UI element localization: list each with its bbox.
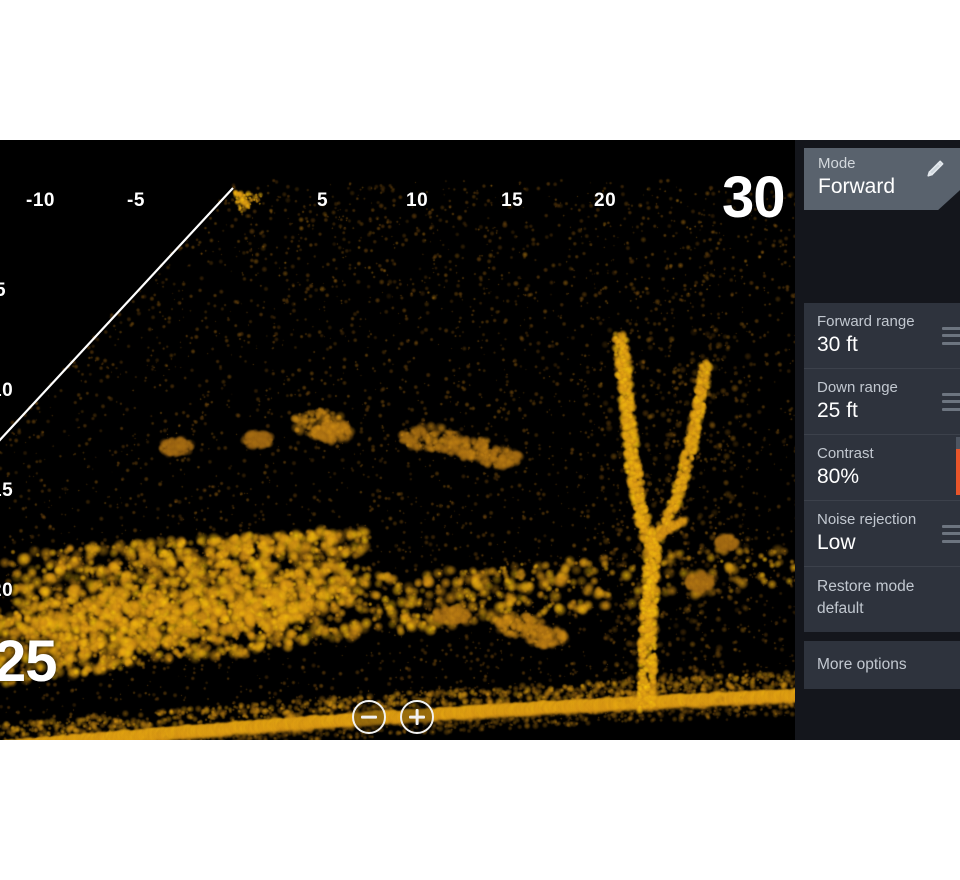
contrast-slider[interactable] <box>956 437 960 495</box>
setting-label: Noise rejection <box>817 511 917 528</box>
restore-mode-default-button[interactable]: Restore mode default <box>804 566 960 632</box>
setting-label: Down range <box>817 379 898 396</box>
restore-line-2: default <box>817 600 864 617</box>
more-options-label: More options <box>817 656 907 673</box>
setting-value: 30 ft <box>817 333 858 356</box>
setting-row-noise-rejection[interactable]: Noise rejection Low <box>804 500 960 566</box>
restore-line-1: Restore mode <box>817 578 915 595</box>
adjust-lines-icon[interactable] <box>942 524 960 543</box>
setting-label: Forward range <box>817 313 915 330</box>
plus-icon <box>415 709 419 725</box>
adjust-lines-icon[interactable] <box>942 392 960 411</box>
setting-row-contrast[interactable]: Contrast 80% <box>804 434 960 500</box>
mode-label: Mode <box>818 155 856 172</box>
setting-row-down-range[interactable]: Down range 25 ft <box>804 368 960 434</box>
setting-value: 25 ft <box>817 399 858 422</box>
minus-icon <box>361 715 377 719</box>
more-options-button[interactable]: More options <box>804 641 960 689</box>
pencil-icon[interactable] <box>924 158 946 180</box>
setting-value: Low <box>817 531 856 554</box>
settings-group: Forward range 30 ft Down range 25 ft Con… <box>804 303 960 689</box>
adjust-lines-icon[interactable] <box>942 326 960 345</box>
zoom-out-button[interactable] <box>352 700 386 734</box>
sidebar-divider <box>804 632 960 641</box>
zoom-in-button[interactable] <box>400 700 434 734</box>
contrast-slider-fill <box>956 448 960 495</box>
mode-card[interactable]: Mode Forward <box>804 148 960 210</box>
sonar-application-window: -10 -5 5 10 15 20 5 10 15 20 30 25 Mode <box>0 0 960 880</box>
setting-row-forward-range[interactable]: Forward range 30 ft <box>804 303 960 368</box>
mode-value: Forward <box>818 175 896 198</box>
setting-value: 80% <box>817 465 860 488</box>
zoom-controls <box>352 700 434 734</box>
setting-label: Contrast <box>817 445 874 462</box>
settings-sidebar: Mode Forward Forward range 30 ft Down ra… <box>795 140 960 740</box>
